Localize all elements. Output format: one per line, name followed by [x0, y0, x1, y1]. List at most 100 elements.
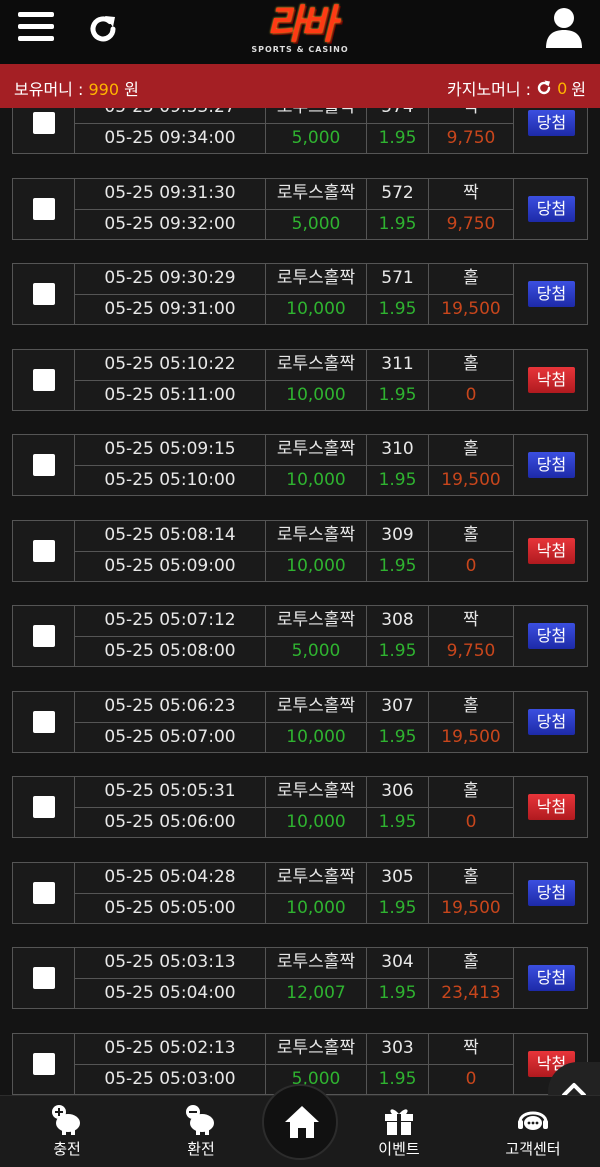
bet-pick: 홀 — [429, 777, 514, 807]
status-cell: 당첨 — [514, 435, 587, 495]
bet-time: 05-25 05:09:15 — [75, 435, 266, 465]
bet-game: 로투스홀짝 — [266, 520, 367, 551]
bet-time: 05-25 05:04:28 — [75, 862, 266, 893]
bet-checkbox[interactable] — [33, 454, 55, 476]
bet-round: 571 — [367, 264, 429, 294]
bet-checkbox[interactable] — [33, 796, 55, 818]
checkbox-cell — [13, 108, 75, 153]
bet-time: 05-25 05:06:23 — [75, 691, 266, 722]
bet-game: 로투스홀짝 — [266, 178, 367, 209]
casino-balance: 카지노머니 : 0 원 — [447, 76, 586, 100]
bet-round: 572 — [367, 178, 429, 209]
casino-unit: 원 — [571, 80, 586, 99]
bet-payout: 0 — [429, 550, 514, 581]
bet-game: 로투스홀짝 — [266, 349, 367, 380]
site-logo[interactable]: 라바 SPORTS & CASINO — [240, 3, 360, 61]
bet-result-time: 05-25 05:08:00 — [75, 636, 266, 666]
bet-checkbox[interactable] — [33, 112, 55, 134]
status-cell: 당첨 — [514, 692, 587, 752]
bet-row: 05-25 05:07:12 05-25 05:08:00 로투스홀짝 5,000 30… — [12, 605, 588, 667]
status-cell: 당첨 — [514, 948, 587, 1008]
top-bar: 라바 SPORTS & CASINO — [0, 0, 600, 64]
status-badge[interactable]: 당첨 — [528, 195, 575, 222]
checkbox-cell — [13, 1033, 75, 1094]
status-badge[interactable]: 당첨 — [528, 879, 575, 906]
refresh-icon[interactable] — [84, 10, 122, 48]
status-badge[interactable]: 당첨 — [528, 965, 575, 991]
nav-support[interactable]: 고객센터 — [488, 1104, 578, 1159]
nav-deposit[interactable]: 충전 — [22, 1104, 112, 1159]
bet-stake: 10,000 — [266, 892, 367, 923]
bet-row: 05-25 05:04:28 05-25 05:05:00 로투스홀짝 10,000 3… — [12, 861, 588, 924]
bet-round: 304 — [367, 948, 429, 978]
home-button[interactable] — [262, 1084, 338, 1160]
status-badge[interactable]: 당첨 — [528, 281, 575, 307]
bet-history-list[interactable]: 05-25 09:33:2705-25 09:34:00로투스홀짝5,00057… — [0, 108, 600, 1095]
status-badge[interactable]: 당첨 — [528, 452, 575, 478]
casino-value: 0 — [557, 78, 568, 98]
bet-payout: 9,750 — [429, 123, 514, 153]
bet-pick: 짝 — [429, 606, 514, 636]
bet-payout: 0 — [429, 379, 514, 410]
bet-game: 로투스홀짝 — [266, 691, 367, 722]
bet-checkbox[interactable] — [33, 625, 55, 647]
bet-checkbox[interactable] — [33, 710, 55, 733]
status-badge[interactable]: 낙첨 — [528, 537, 575, 564]
bet-checkbox[interactable] — [33, 1052, 55, 1075]
bet-round: 308 — [367, 606, 429, 636]
bet-odds: 1.95 — [367, 123, 429, 153]
bet-stake: 5,000 — [266, 208, 367, 239]
bet-time: 05-25 09:31:30 — [75, 178, 266, 209]
status-badge[interactable]: 낙첨 — [528, 794, 575, 820]
checkbox-cell — [13, 520, 75, 581]
bet-round: 305 — [367, 862, 429, 893]
bet-row: 05-25 09:31:30 05-25 09:32:00 로투스홀짝 5,000 57… — [12, 177, 588, 240]
bet-odds: 1.95 — [367, 550, 429, 581]
bet-checkbox[interactable] — [33, 368, 55, 391]
bet-checkbox[interactable] — [33, 283, 55, 305]
bet-pick: 짝 — [429, 108, 514, 123]
bet-stake: 10,000 — [266, 294, 367, 324]
user-icon[interactable] — [544, 6, 584, 50]
bet-checkbox[interactable] — [33, 197, 55, 220]
headset-chat-icon — [518, 1111, 548, 1130]
bet-time: 05-25 05:08:14 — [75, 520, 266, 551]
bet-odds: 1.95 — [367, 636, 429, 666]
bet-game: 로투스홀짝 — [266, 108, 367, 123]
bet-payout: 19,500 — [429, 465, 514, 495]
checkbox-cell — [13, 264, 75, 324]
bet-time: 05-25 05:03:13 — [75, 948, 266, 978]
status-badge[interactable]: 당첨 — [528, 708, 575, 735]
balance-bar: 보유머니 : 990 원 카지노머니 : 0 원 — [0, 64, 600, 108]
hamburger-icon[interactable] — [18, 12, 54, 46]
bet-odds: 1.95 — [367, 807, 429, 837]
status-badge[interactable]: 낙첨 — [528, 366, 575, 393]
checkbox-cell — [13, 349, 75, 410]
bet-checkbox[interactable] — [33, 881, 55, 904]
bet-round: 303 — [367, 1033, 429, 1064]
bet-payout: 0 — [429, 1063, 514, 1094]
nav-withdraw[interactable]: 환전 — [156, 1104, 246, 1159]
bet-stake: 5,000 — [266, 636, 367, 666]
bet-result-time: 05-25 05:03:00 — [75, 1063, 266, 1094]
bet-round: 310 — [367, 435, 429, 465]
bet-checkbox[interactable] — [33, 539, 55, 562]
bet-row: 05-25 05:05:31 05-25 05:06:00 로투스홀짝 10,000 3… — [12, 776, 588, 838]
casino-refresh-icon[interactable] — [535, 79, 553, 97]
bet-time: 05-25 09:33:27 — [75, 108, 266, 123]
home-icon — [285, 1106, 319, 1138]
bet-pick: 짝 — [429, 1033, 514, 1064]
bet-row: 05-25 05:10:22 05-25 05:11:00 로투스홀짝 10,000 3… — [12, 348, 588, 411]
bet-odds: 1.95 — [367, 1063, 429, 1094]
nav-event[interactable]: 이벤트 — [354, 1104, 444, 1159]
bet-checkbox[interactable] — [33, 967, 55, 989]
bet-stake: 10,000 — [266, 550, 367, 581]
bet-result-time: 05-25 05:05:00 — [75, 892, 266, 923]
status-badge[interactable]: 당첨 — [528, 110, 575, 136]
status-cell: 낙첨 — [514, 350, 587, 410]
bet-game: 로투스홀짝 — [266, 862, 367, 893]
status-badge[interactable]: 당첨 — [528, 623, 575, 649]
piggy-bank-plus-icon — [52, 1105, 80, 1135]
bet-odds: 1.95 — [367, 892, 429, 923]
bet-round: 307 — [367, 691, 429, 722]
